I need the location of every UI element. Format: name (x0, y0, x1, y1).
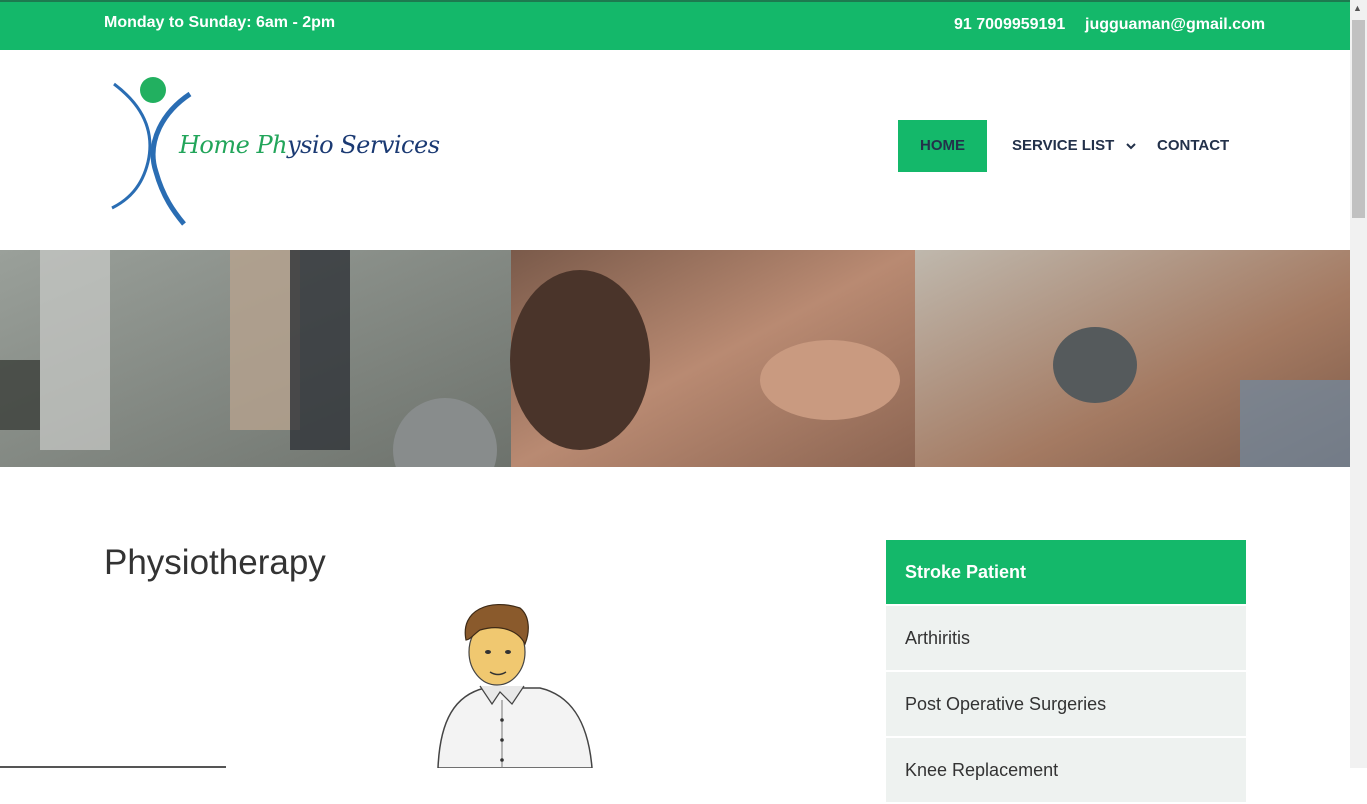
chevron-down-icon (1126, 142, 1137, 149)
top-bar: Monday to Sunday: 6am - 2pm 91 700995919… (0, 0, 1350, 50)
logo-text-home: Home Ph (179, 131, 288, 159)
nav-home[interactable]: HOME (898, 120, 987, 172)
sidebar-item-post-operative-surgeries[interactable]: Post Operative Surgeries (886, 672, 1246, 738)
logo-text-services: ysio Services (287, 131, 440, 159)
opening-hours: Monday to Sunday: 6am - 2pm (104, 14, 336, 31)
banner-photos (0, 250, 1350, 467)
page-title: Physiotherapy (104, 543, 326, 582)
email-link[interactable]: jugguaman@gmail.com (1085, 16, 1265, 34)
hero-banner (0, 250, 1350, 467)
scrollbar-thumb[interactable] (1352, 20, 1365, 218)
scroll-up-arrow-icon[interactable]: ▲ (1353, 3, 1362, 13)
logo-text[interactable]: Home Physio Services (179, 131, 440, 159)
phone-number[interactable]: 91 7009959191 (954, 16, 1065, 34)
nav-service-list[interactable]: SERVICE LIST (1012, 120, 1137, 172)
service-sidebar: Stroke Patient Arthiritis Post Operative… (886, 540, 1246, 804)
sidebar-item-stroke-patient[interactable]: Stroke Patient (886, 540, 1246, 604)
physiotherapist-illustration (437, 604, 593, 768)
sidebar-item-knee-replacement[interactable]: Knee Replacement (886, 738, 1246, 804)
sidebar-item-arthiritis[interactable]: Arthiritis (886, 606, 1246, 672)
nav-service-list-label: SERVICE LIST (1012, 137, 1115, 154)
nav-contact[interactable]: CONTACT (1157, 120, 1229, 172)
